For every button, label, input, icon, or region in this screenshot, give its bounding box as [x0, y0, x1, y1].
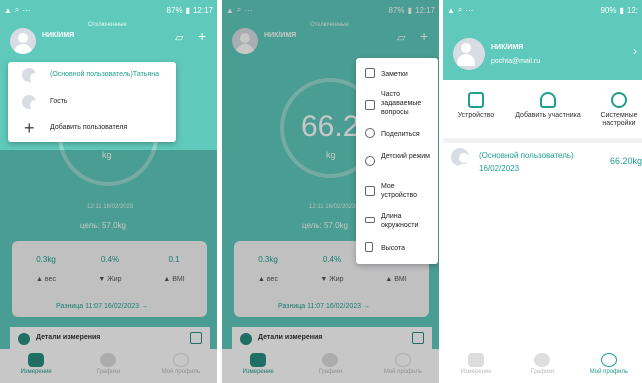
action-label: Добавить участника — [515, 112, 581, 119]
status-icons-right: 87% ▮ 12:17 — [167, 6, 213, 15]
dropdown-item-main-user[interactable]: (Основной пользователь)Татьяна — [8, 62, 176, 88]
signal-icon: ▲ — [447, 5, 455, 15]
dropdown-item-add-user[interactable]: + Добавить пользователя — [8, 115, 176, 141]
screen-more-menu: ▲ ⌕ ⋯ 87% ▮ 12:17 НИК/ИМЯ Отключенные ▱ … — [222, 0, 439, 383]
clock: 12:17 — [192, 5, 213, 15]
menu-item-share[interactable]: Поделиться — [356, 126, 438, 144]
user-dropdown: (Основной пользователь)Татьяна Гость + Д… — [8, 62, 176, 142]
screen-profile: ▲ ⌕ ⋯ 90% ▮ 12: НИК/ИМЯ pochta@mail.ru ›… — [443, 0, 642, 383]
menu-item-label: Длина окружности — [381, 213, 419, 229]
profile-header: ▲ ⌕ ⋯ 90% ▮ 12: НИК/ИМЯ pochta@mail.ru › — [443, 0, 642, 80]
status-icons-left: ▲ ⌕ ⋯ — [447, 5, 473, 15]
action-device[interactable]: Устройство — [447, 92, 505, 120]
dim-overlay[interactable] — [0, 150, 217, 383]
action-add-member[interactable]: Добавить участника — [507, 92, 589, 120]
dropdown-item-label: Гость — [50, 98, 68, 105]
nav-profile[interactable]: Мой профиль — [576, 349, 642, 383]
profile-name: НИК/ИМЯ — [491, 44, 524, 51]
battery-percent: 87% — [166, 5, 183, 15]
action-label: Устройство — [457, 112, 495, 119]
more-icon: ⋯ — [465, 5, 474, 15]
profile-icon — [600, 353, 617, 367]
device-icon — [365, 186, 375, 196]
user-role-name: (Основной пользователь) — [479, 151, 574, 160]
add-member-icon — [540, 92, 556, 108]
user-date: 16/02/2023 — [479, 164, 520, 173]
battery-icon: ▮ — [619, 5, 624, 15]
menu-item-label: Мое устройство — [381, 183, 418, 199]
nav-measure[interactable]: Измерение — [443, 349, 509, 383]
plus-icon: + — [24, 118, 35, 138]
menu-item-my-device[interactable]: Мое устройство — [356, 180, 438, 204]
notes-icon — [365, 68, 375, 78]
chart-icon — [534, 353, 551, 367]
menu-item-label: Поделиться — [381, 131, 420, 138]
add-icon[interactable]: + — [198, 28, 206, 44]
avatar-icon — [22, 95, 36, 109]
scale-icon — [468, 353, 485, 367]
profile-actions: Устройство Добавить участника Системные … — [443, 86, 642, 136]
menu-item-label: Заметки — [381, 71, 408, 78]
divider — [443, 138, 642, 143]
menu-item-label: Высота — [381, 245, 406, 252]
nav-charts[interactable]: Графики — [509, 349, 575, 383]
more-icon: ⋯ — [22, 5, 31, 15]
user-list-item[interactable]: (Основной пользователь) 16/02/2023 66.20… — [443, 145, 642, 177]
avatar[interactable] — [10, 28, 36, 54]
device-icon — [468, 92, 484, 108]
height-icon — [365, 242, 373, 252]
connection-status: Отключенные — [88, 22, 127, 28]
clock: 12: — [626, 5, 638, 15]
status-icons-right: 90% ▮ 12: — [600, 6, 638, 15]
action-label: Системные настройки — [600, 112, 638, 127]
menu-item-label: Часто задаваемые вопросы — [381, 91, 422, 116]
dropdown-item-label: Добавить пользователя — [50, 124, 128, 131]
status-icons-left: ▲ ⌕ ⋯ — [4, 5, 30, 15]
search-icon: ⌕ — [14, 5, 20, 14]
menu-item-circumference[interactable]: Длина окружности — [356, 210, 438, 234]
profile-email: pochta@mail.ru — [491, 58, 541, 65]
dropdown-item-label: (Основной пользователь)Татьяна — [50, 71, 159, 78]
battery-percent: 90% — [600, 5, 617, 15]
battery-icon: ▮ — [185, 5, 190, 15]
chevron-right-icon[interactable]: › — [633, 44, 637, 58]
nav-profile-label: Мой профиль — [589, 369, 628, 375]
tape-icon — [365, 217, 375, 223]
faq-icon — [365, 100, 375, 110]
menu-item-notes[interactable]: Заметки — [356, 66, 438, 84]
search-icon: ⌕ — [457, 5, 463, 14]
menu-item-child-mode[interactable]: Детский режим — [356, 150, 438, 174]
user-weight: 66.20kg — [609, 156, 642, 166]
menu-item-label: Детский режим — [381, 153, 430, 160]
avatar-icon — [451, 148, 469, 166]
nav-charts-label: Графики — [530, 369, 555, 375]
status-bar: ▲ ⌕ ⋯ 90% ▮ 12: — [443, 0, 642, 20]
nav-measure-label: Измерение — [460, 369, 492, 375]
share-icon — [365, 128, 375, 138]
menu-item-height[interactable]: Высота — [356, 240, 438, 258]
status-bar: ▲ ⌕ ⋯ 87% ▮ 12:17 — [0, 0, 217, 20]
gear-icon — [611, 92, 627, 108]
scale-icon[interactable]: ▱ — [175, 31, 183, 44]
action-settings[interactable]: Системные настройки — [593, 92, 642, 128]
signal-icon: ▲ — [4, 5, 12, 15]
username[interactable]: НИК/ИМЯ — [42, 32, 74, 39]
dropdown-item-guest[interactable]: Гость — [8, 89, 176, 115]
menu-item-faq[interactable]: Часто задаваемые вопросы — [356, 88, 438, 122]
avatar[interactable] — [453, 38, 485, 70]
screen-user-dropdown: ▲ ⌕ ⋯ 87% ▮ 12:17 НИК/ИМЯ Отключенные ▱ … — [0, 0, 217, 383]
bottom-nav: Измерение Графики Мой профиль — [443, 349, 642, 383]
screenshot-collage: ▲ ⌕ ⋯ 87% ▮ 12:17 НИК/ИМЯ Отключенные ▱ … — [0, 0, 642, 383]
child-icon — [365, 156, 375, 166]
avatar-icon — [22, 68, 36, 82]
more-menu: Заметки Часто задаваемые вопросы Поделит… — [356, 58, 438, 264]
